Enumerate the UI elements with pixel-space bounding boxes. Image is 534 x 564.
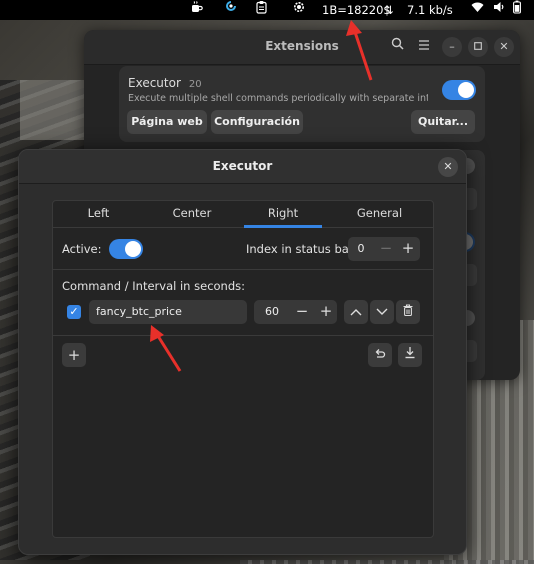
annotation-arrow-command — [150, 325, 182, 372]
annotation-arrows — [150, 20, 373, 372]
annotation-arrow-topbar — [346, 20, 373, 81]
